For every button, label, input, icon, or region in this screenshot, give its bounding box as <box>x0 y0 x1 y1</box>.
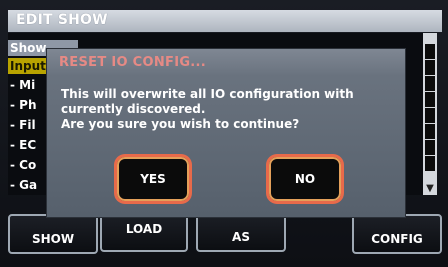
no-button[interactable]: NO <box>269 157 341 201</box>
scroll-cell <box>425 60 435 76</box>
scroll-cell <box>425 76 435 92</box>
dialog-message: This will overwrite all IO configuration… <box>61 87 391 132</box>
scroll-cell <box>425 156 435 172</box>
scroll-cell <box>425 124 435 140</box>
dialog-titlebar: RESET IO CONFIG... <box>47 49 405 75</box>
dialog-message-line: currently discovered. <box>61 102 206 116</box>
softkey-label: LOAD <box>125 222 163 236</box>
page-title: EDIT SHOW <box>16 12 108 28</box>
scroll-cell <box>425 92 435 108</box>
yes-button[interactable]: YES <box>117 157 189 201</box>
screen: EDIT SHOW Show Input - Mi - Ph - Fil - E… <box>0 0 448 267</box>
reset-config-softkey-button[interactable]: CONFIG <box>352 214 442 254</box>
show-softkey-button[interactable]: SHOW <box>8 214 98 254</box>
scroll-cell <box>425 140 435 156</box>
dialog-message-line: This will overwrite all IO configuration… <box>61 87 354 101</box>
scroll-cell <box>425 44 435 60</box>
dialog-title: RESET IO CONFIG... <box>59 55 207 70</box>
softkey-label: SHOW <box>31 232 75 246</box>
reset-io-config-dialog: RESET IO CONFIG... This will overwrite a… <box>46 48 406 218</box>
edit-show-header: EDIT SHOW <box>8 10 442 32</box>
softkey-label: CONFIG <box>371 232 423 246</box>
save-as-softkey-button[interactable]: AS <box>196 212 286 252</box>
load-softkey-button[interactable]: LOAD <box>100 212 188 252</box>
triangle-down-icon[interactable]: ▼ <box>423 183 437 195</box>
softkey-label: AS <box>232 230 250 244</box>
dialog-message-line: Are you sure you wish to continue? <box>61 117 300 131</box>
scroll-cell <box>425 108 435 124</box>
